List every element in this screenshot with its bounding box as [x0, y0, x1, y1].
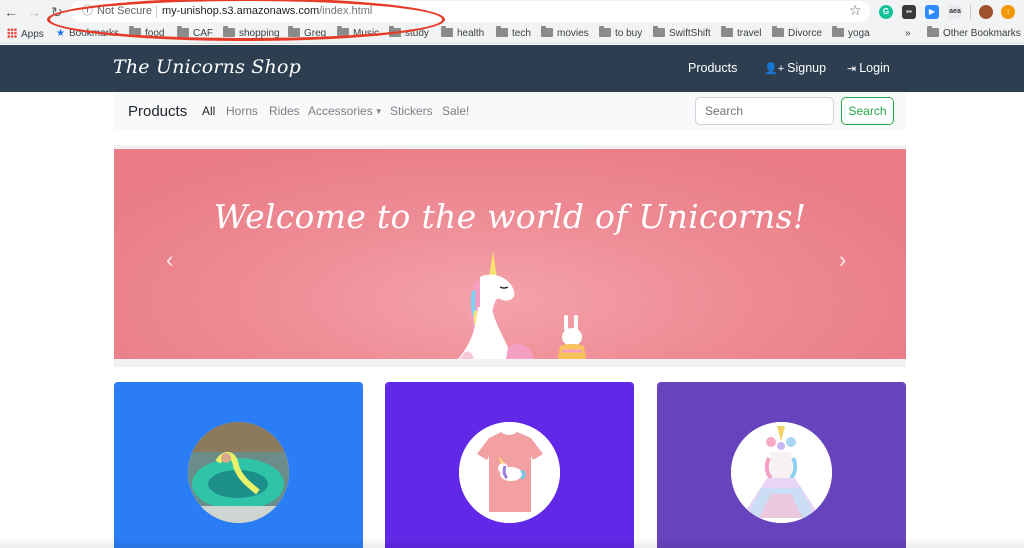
toolbar-divider: [970, 5, 971, 20]
unicorn-illustration: [458, 251, 586, 359]
bookmark-folder-label: tech: [512, 28, 531, 39]
folder-icon: [653, 26, 665, 37]
folder-icon: [832, 26, 844, 37]
search-input[interactable]: [695, 97, 834, 125]
url-highlight-annotation: [47, 0, 445, 41]
product-card[interactable]: [657, 382, 906, 548]
unicorn-head: [480, 274, 515, 313]
folder-icon: [496, 26, 508, 37]
hero-carousel-container: Welcome to the world of Unicorns! ‹ ›: [114, 145, 906, 367]
product-card[interactable]: [385, 382, 634, 548]
category-bar-title[interactable]: Products: [128, 103, 187, 120]
bookmark-apps[interactable]: Apps: [7, 28, 44, 41]
zoom-icon[interactable]: ▶: [925, 5, 939, 19]
user-plus-icon: 👤+: [764, 63, 785, 75]
bookmark-folder-divorce[interactable]: Divorce: [772, 26, 822, 40]
update-icon[interactable]: ↑: [1001, 5, 1015, 19]
aea-extension-icon[interactable]: aea: [948, 5, 962, 19]
folder-icon: [772, 26, 784, 37]
bookmark-folder-tech[interactable]: tech: [496, 26, 531, 40]
dark-extension-icon[interactable]: ▪▪: [902, 5, 916, 19]
bookmark-folder-swiftshift[interactable]: SwiftShift: [653, 26, 711, 40]
bookmark-folder-label: to buy: [615, 28, 643, 39]
category-accessories-label: Accessories: [308, 104, 373, 118]
nav-signup-link[interactable]: 👤+ Signup: [764, 61, 826, 75]
bookmark-folder-label: Divorce: [788, 28, 822, 39]
bookmark-folder-to-buy[interactable]: to buy: [599, 26, 643, 40]
back-arrow-icon[interactable]: ←: [4, 3, 18, 21]
carousel-prev-icon[interactable]: ‹: [166, 247, 173, 273]
bookmarks-overflow-chevron-icon[interactable]: »: [905, 28, 911, 40]
folder-icon: [721, 26, 733, 37]
folder-icon: [599, 26, 611, 37]
category-sale[interactable]: Sale!: [442, 104, 469, 118]
bookmark-folder-label: yoga: [848, 28, 870, 39]
category-stickers[interactable]: Stickers: [390, 104, 433, 118]
star-icon: ★: [56, 28, 65, 39]
profile-avatar[interactable]: [979, 5, 993, 19]
sign-in-icon: ⇥: [847, 63, 857, 75]
bookmark-star-icon[interactable]: ☆: [849, 2, 862, 19]
bookmark-other[interactable]: Other Bookmarks: [927, 26, 1021, 40]
category-bar: Products All Horns Rides Accessories ▼ St…: [114, 92, 906, 130]
carousel-indicators: [490, 349, 542, 359]
bookmark-folder-label: movies: [557, 28, 589, 39]
nav-login-link[interactable]: ⇥ Login: [847, 61, 890, 75]
nav-signup-label: Signup: [787, 61, 827, 75]
category-rides[interactable]: Rides: [269, 104, 300, 118]
brand-logo[interactable]: The Unicorns Shop: [113, 56, 301, 78]
bookmark-other-label: Other Bookmarks: [943, 28, 1021, 39]
pool-float-photo: [188, 422, 289, 523]
folder-icon: [541, 26, 553, 37]
product-thumbnail[interactable]: [731, 422, 832, 523]
category-horns[interactable]: Horns: [226, 104, 258, 118]
product-thumbnail[interactable]: [459, 422, 560, 523]
bookmark-folder-label: SwiftShift: [669, 28, 711, 39]
site-navbar: The Unicorns Shop Products 👤+ Signup ⇥ Log…: [0, 45, 1024, 92]
carousel-next-icon[interactable]: ›: [839, 247, 846, 273]
hero-headline: Welcome to the world of Unicorns!: [213, 197, 807, 236]
forward-arrow-icon[interactable]: →: [27, 3, 41, 21]
product-thumbnail[interactable]: [188, 422, 289, 523]
hero-carousel: Welcome to the world of Unicorns! ‹ ›: [114, 149, 906, 359]
bookmark-folder-health[interactable]: health: [441, 26, 485, 40]
viewport-bottom-shadow: [0, 538, 1024, 548]
category-all[interactable]: All: [202, 104, 215, 118]
bookmark-folder-movies[interactable]: movies: [541, 26, 589, 40]
bookmark-apps-label: Apps: [21, 29, 44, 40]
bookmark-folder-yoga[interactable]: yoga: [832, 26, 870, 40]
unicorn-dress-photo: [731, 422, 832, 523]
bookmark-folder-label: health: [457, 28, 485, 39]
category-accessories-dropdown[interactable]: Accessories ▼: [308, 104, 383, 118]
product-card[interactable]: [114, 382, 363, 548]
nav-login-label: Login: [859, 61, 890, 75]
search-button[interactable]: Search: [841, 97, 894, 125]
grammarly-icon[interactable]: G: [879, 5, 893, 19]
apps-grid-icon: [7, 28, 17, 38]
folder-icon: [441, 26, 453, 37]
bookmark-folder-label: travel: [737, 28, 762, 39]
caret-down-icon: ▼: [374, 107, 383, 116]
nav-products-link[interactable]: Products: [688, 61, 737, 75]
folder-icon: [927, 26, 939, 37]
unicorn-tshirt-photo: [459, 422, 560, 523]
bookmark-folder-travel[interactable]: travel: [721, 26, 762, 40]
